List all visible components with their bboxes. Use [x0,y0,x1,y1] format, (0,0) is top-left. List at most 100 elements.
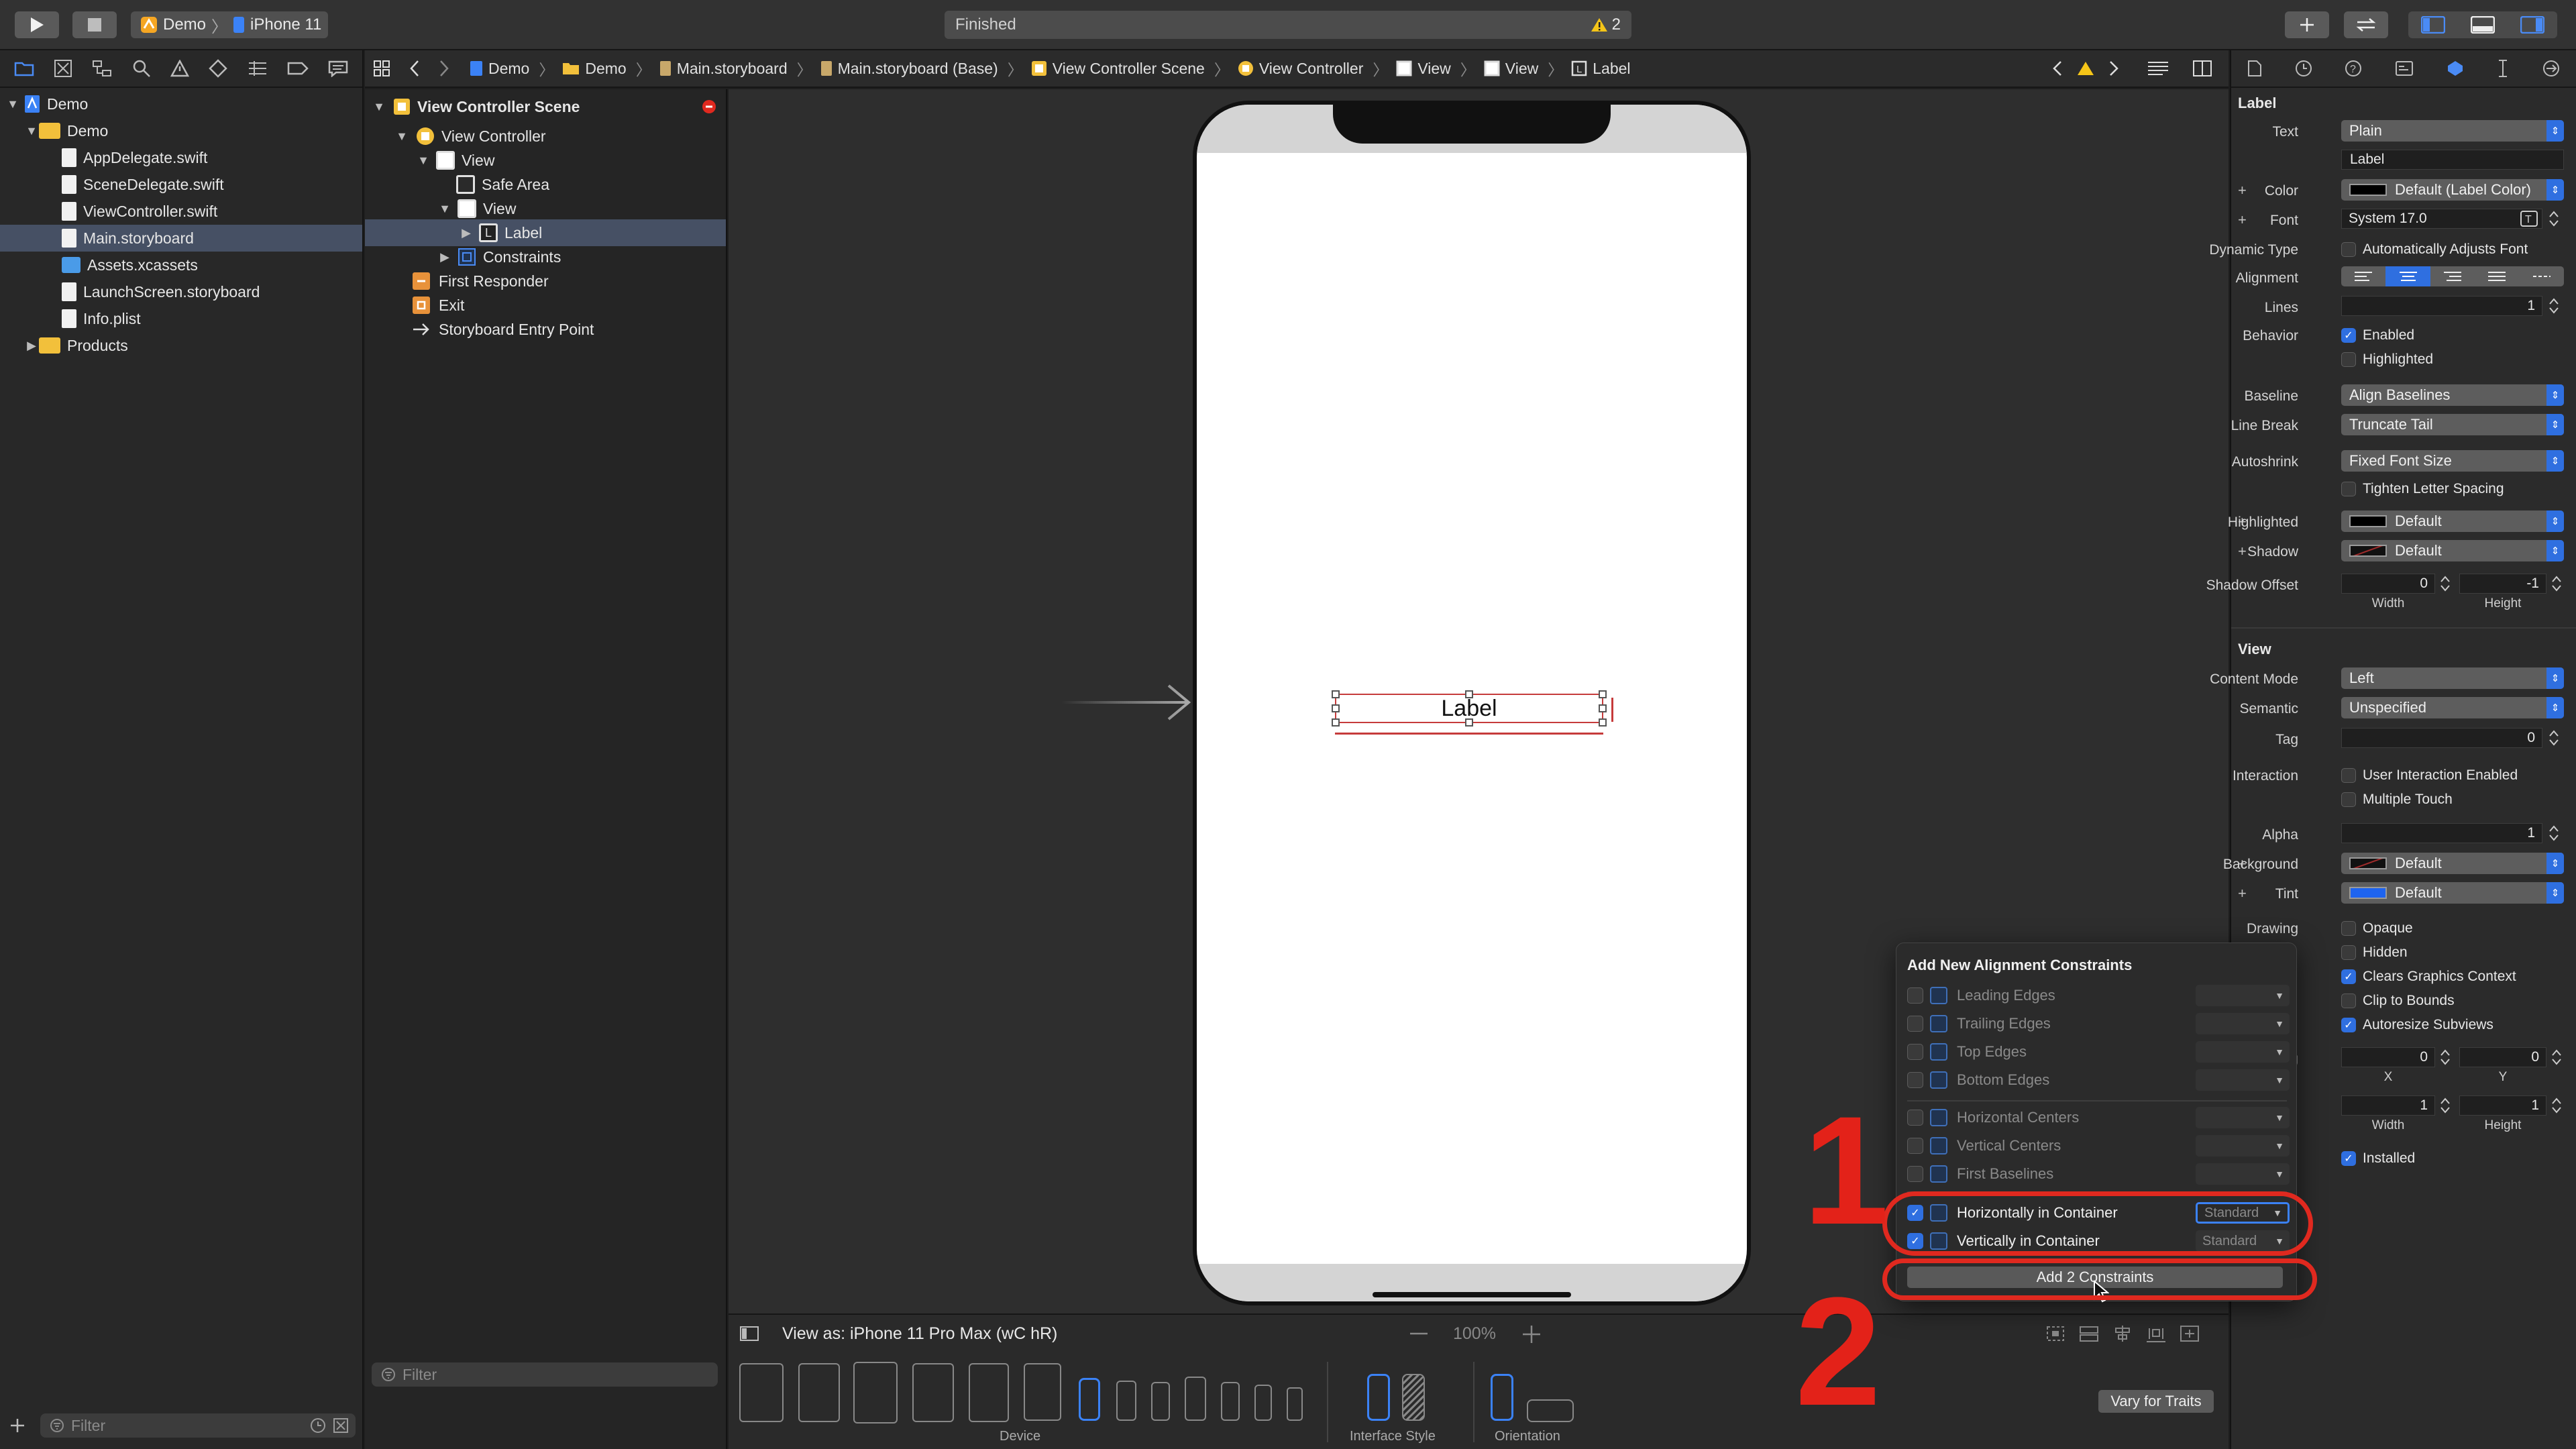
next-issue-icon[interactable] [2109,60,2118,76]
semantic-popup[interactable]: Unspecified ⇕ [2341,697,2564,718]
warning-icon[interactable] [2077,61,2094,76]
shadow-width-field[interactable]: 0 [2341,574,2435,594]
entry-point-arrow-icon[interactable] [1060,679,1193,726]
resize-handle[interactable] [1332,690,1340,698]
stepper-icon[interactable] [2548,728,2560,748]
content-mode-popup[interactable]: Left ⇕ [2341,667,2564,689]
dark-style-option[interactable] [1402,1374,1425,1421]
constraint-row-leading[interactable]: Leading Edges ▼ [1907,983,2290,1008]
toggle-outline-icon[interactable] [739,1326,759,1342]
stepper-icon[interactable] [2439,1047,2451,1067]
checkbox[interactable] [1907,1110,1923,1126]
symbol-icon[interactable] [92,60,112,77]
stepper-icon[interactable] [2439,574,2451,594]
baseline-popup[interactable]: Align Baselines ⇕ [2341,384,2564,406]
outline-item-label-selected[interactable]: ▶ L Label [365,219,726,246]
highlighted-color-popup[interactable]: Default ⇕ [2341,511,2564,532]
label-text-field[interactable]: Label [2341,150,2564,170]
stretch-x-field[interactable]: 0 [2341,1047,2435,1067]
breadcrumb-folder[interactable]: Demo 〉 [562,57,651,80]
zoom-in-icon[interactable] [1523,1326,1540,1343]
stepper-icon[interactable] [2551,574,2563,594]
scheme-selector[interactable]: Demo 〉 iPhone 11 [131,11,328,38]
device-option[interactable] [1116,1381,1136,1421]
iphone-scene[interactable]: Label [1193,101,1751,1305]
disclosure-open-icon[interactable]: ▼ [372,100,386,114]
font-picker-icon[interactable]: T [2520,211,2538,227]
history-inspector-icon[interactable] [2295,60,2312,77]
debug-icon[interactable] [248,60,268,77]
constraint-row-baselines[interactable]: First Baselines ▼ [1907,1162,2290,1186]
outline-item-view[interactable]: ▼ View [365,147,726,174]
device-option[interactable] [969,1363,1009,1422]
file-inspector-icon[interactable] [2247,60,2262,77]
tree-item-file[interactable]: Info.plist [0,305,362,332]
tree-item-asset-catalog[interactable]: Assets.xcassets [0,252,362,278]
checkbox[interactable] [1907,1044,1923,1060]
device-option[interactable] [853,1362,898,1424]
tree-item-file-selected[interactable]: Main.storyboard [0,225,362,252]
resize-handle[interactable] [1599,690,1607,698]
breadcrumb-view[interactable]: View 〉 [1396,57,1476,80]
breadcrumb-view-controller[interactable]: View Controller 〉 [1238,57,1388,80]
update-frames-icon[interactable] [2045,1324,2066,1343]
constraint-row-trailing[interactable]: Trailing Edges ▼ [1907,1012,2290,1036]
autoshrink-popup[interactable]: Fixed Font Size ⇕ [2341,450,2564,472]
error-badge-icon[interactable] [702,99,716,114]
recent-files-icon[interactable] [310,1417,326,1434]
lines-stepper-icon[interactable] [2548,296,2560,316]
outline-item-first-responder[interactable]: First Responder [365,268,726,294]
device-option[interactable] [912,1363,954,1422]
checkbox[interactable] [1907,1016,1923,1032]
previous-issue-icon[interactable] [2053,60,2062,76]
breadcrumb-storyboard-base[interactable]: Main.storyboard (Base) 〉 [820,57,1023,80]
stretch-height-field[interactable]: 1 [2459,1095,2546,1116]
navigator-filter-field[interactable]: Filter [40,1413,356,1438]
breadcrumb-storyboard[interactable]: Main.storyboard 〉 [659,57,812,80]
align-center-icon[interactable] [2385,266,2430,286]
outline-filter-field[interactable]: Filter [372,1362,718,1387]
resize-handle[interactable] [1465,718,1473,727]
tree-item-file[interactable]: LaunchScreen.storyboard [0,278,362,305]
device-option[interactable] [1287,1387,1303,1421]
device-option[interactable] [1221,1382,1240,1421]
breadcrumb-project[interactable]: Demo 〉 [470,57,554,80]
device-option-selected[interactable] [1079,1378,1100,1421]
code-review-button[interactable] [2344,11,2388,38]
enabled-checkbox[interactable]: ✓ Enabled [2341,327,2414,343]
opaque-checkbox[interactable]: Opaque [2341,920,2413,936]
outline-item-safe-area[interactable]: Safe Area [365,171,726,198]
tree-item-project[interactable]: ▼ Demo [0,91,362,117]
help-inspector-icon[interactable]: ? [2345,60,2362,77]
toggle-navigator-icon[interactable] [2408,16,2458,34]
folder-icon[interactable] [14,60,34,76]
source-control-icon[interactable] [54,59,72,78]
font-field[interactable]: System 17.0 T [2341,209,2542,229]
stepper-icon[interactable] [2551,1047,2563,1067]
hidden-checkbox[interactable]: Hidden [2341,945,2408,961]
portrait-option[interactable] [1491,1374,1513,1421]
breadcrumb-scene[interactable]: View Controller Scene 〉 [1031,57,1230,80]
alpha-field[interactable]: 1 [2341,823,2542,843]
resize-handle[interactable] [1332,718,1340,727]
related-items-icon[interactable] [373,60,390,77]
editor-options-icon[interactable] [2147,60,2169,76]
align-justify-icon[interactable] [2475,266,2519,286]
toggle-inspector-icon[interactable] [2508,16,2557,34]
user-interaction-checkbox[interactable]: User Interaction Enabled [2341,767,2518,784]
lines-field[interactable]: 1 [2341,296,2542,316]
tree-item-folder[interactable]: ▶ Products [0,332,362,359]
light-style-option[interactable] [1367,1374,1390,1421]
tree-item-file[interactable]: AppDelegate.swift [0,144,362,171]
breakpoint-icon[interactable] [287,61,309,76]
outline-item-subview[interactable]: ▼ View [365,195,726,222]
checkbox[interactable] [1907,987,1923,1004]
attributes-inspector-icon[interactable] [2447,60,2464,77]
installed-checkbox[interactable]: ✓ Installed [2341,1150,2415,1167]
scm-filter-icon[interactable] [333,1417,349,1434]
line-break-popup[interactable]: Truncate Tail ⇕ [2341,414,2564,435]
align-left-icon[interactable] [2341,266,2385,286]
multiple-touch-checkbox[interactable]: Multiple Touch [2341,792,2453,808]
text-type-popup[interactable]: Plain ⇕ [2341,120,2564,142]
clears-graphics-checkbox[interactable]: ✓ Clears Graphics Context [2341,969,2516,985]
